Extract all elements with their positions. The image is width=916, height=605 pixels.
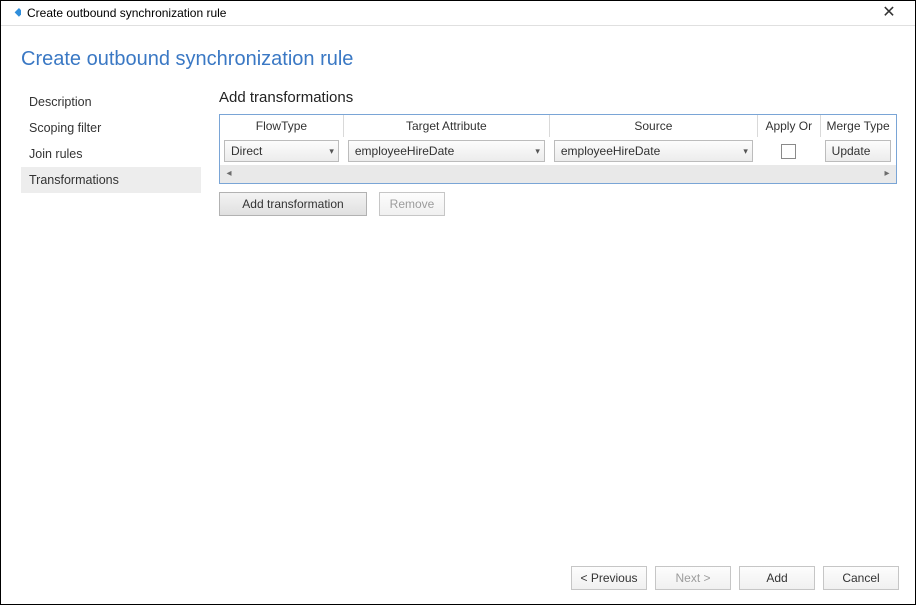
flowtype-value: Direct — [231, 144, 325, 158]
horizontal-scrollbar[interactable]: ◂ ▸ — [220, 165, 896, 183]
scroll-right-icon[interactable]: ▸ — [878, 165, 896, 183]
col-header-flowtype[interactable]: FlowType — [220, 115, 343, 137]
merge-type-value: Update — [832, 144, 886, 158]
flowtype-dropdown[interactable]: Direct ▾ — [224, 140, 339, 162]
target-attribute-value: employeeHireDate — [355, 144, 531, 158]
window-title: Create outbound synchronization rule — [27, 6, 869, 20]
next-button[interactable]: Next > — [655, 566, 731, 590]
col-header-apply-or[interactable]: Apply Or — [757, 115, 820, 137]
source-dropdown[interactable]: employeeHireDate ▾ — [554, 140, 753, 162]
sidebar-item-join-rules[interactable]: Join rules — [21, 141, 201, 167]
wizard-steps-sidebar: Description Scoping filter Join rules Tr… — [21, 89, 201, 556]
col-header-merge-type[interactable]: Merge Type — [820, 115, 895, 137]
section-title: Add transformations — [219, 89, 897, 106]
main-panel: Add transformations FlowType Target Attr… — [201, 89, 897, 556]
apply-or-checkbox[interactable] — [781, 144, 796, 159]
close-icon[interactable]: ✕ — [869, 5, 909, 21]
transformations-grid: FlowType Target Attribute Source Apply O… — [219, 114, 897, 184]
page-heading: Create outbound synchronization rule — [1, 26, 915, 89]
chevron-down-icon: ▾ — [325, 146, 334, 157]
sidebar-item-scoping-filter[interactable]: Scoping filter — [21, 115, 201, 141]
target-attribute-dropdown[interactable]: employeeHireDate ▾ — [348, 140, 545, 162]
remove-button[interactable]: Remove — [379, 192, 445, 216]
col-header-source[interactable]: Source — [549, 115, 757, 137]
col-header-target-attribute[interactable]: Target Attribute — [343, 115, 549, 137]
table-row: Direct ▾ employeeHireDate ▾ — [220, 137, 896, 165]
sidebar-item-description[interactable]: Description — [21, 89, 201, 115]
add-transformation-button[interactable]: Add transformation — [219, 192, 367, 216]
cancel-button[interactable]: Cancel — [823, 566, 899, 590]
add-button[interactable]: Add — [739, 566, 815, 590]
previous-button[interactable]: < Previous — [571, 566, 647, 590]
sidebar-item-transformations[interactable]: Transformations — [21, 167, 201, 193]
source-value: employeeHireDate — [561, 144, 740, 158]
merge-type-dropdown[interactable]: Update — [825, 140, 891, 162]
scroll-left-icon[interactable]: ◂ — [220, 165, 238, 183]
chevron-down-icon: ▾ — [739, 146, 748, 157]
window-titlebar: Create outbound synchronization rule ✕ — [1, 1, 915, 26]
wizard-footer: < Previous Next > Add Cancel — [1, 556, 915, 604]
app-icon — [7, 6, 21, 20]
chevron-down-icon: ▾ — [531, 146, 540, 157]
